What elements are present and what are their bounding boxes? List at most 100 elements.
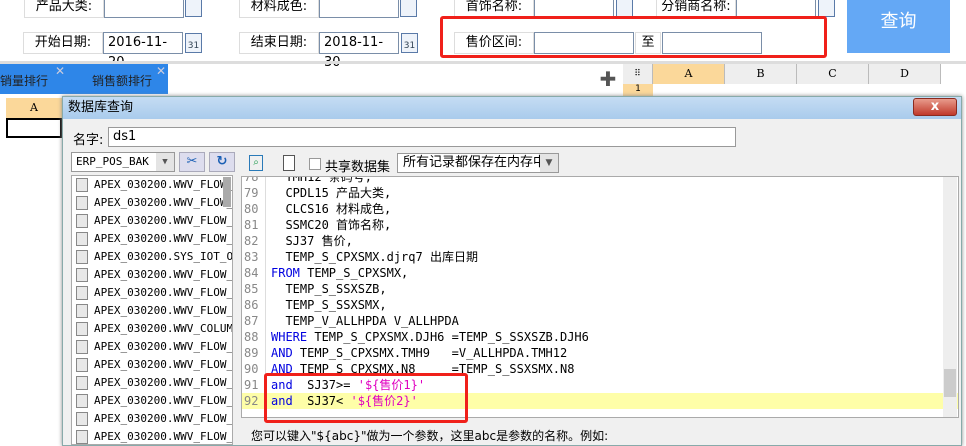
code-text: TEMP_S_CPXSMX.djrq7 出库日期 bbox=[271, 250, 478, 264]
table-icon bbox=[76, 268, 88, 282]
code-line: 78 TMH12 条码号, bbox=[242, 177, 958, 185]
table-list-item[interactable]: APEX_030200.WWV_FLOW_I bbox=[72, 356, 232, 374]
scrollbar[interactable] bbox=[223, 177, 231, 207]
picker-icon[interactable] bbox=[616, 0, 633, 17]
row-header-1[interactable]: 1 bbox=[623, 84, 653, 96]
picker-icon[interactable] bbox=[818, 0, 835, 17]
product-category-label: 产品大类: bbox=[24, 0, 104, 18]
tab-sales-volume[interactable]: 销量排行 bbox=[0, 72, 48, 89]
table-list-item[interactable]: APEX_030200.WWV_FLOW_. bbox=[72, 410, 232, 428]
editor-scrollbar[interactable] bbox=[943, 177, 957, 417]
edit-connection-icon[interactable]: ✂ bbox=[179, 152, 205, 172]
param-hint: 您可以键入"${abc}"做为一个参数，这里abc是参数的名称。例如: bbox=[251, 429, 609, 443]
select-all-corner[interactable]: ⠿ bbox=[623, 64, 653, 84]
connection-select[interactable]: ERP_POS_BAK ▼ bbox=[71, 152, 175, 172]
material-color-input[interactable] bbox=[319, 0, 399, 18]
code-text: CPDL15 产品大类, bbox=[271, 186, 392, 200]
line-number: 92 bbox=[242, 393, 266, 409]
code-line: 88 WHERE TEMP_S_CPXSMX.DJH6 =TEMP_S_SSXSZ… bbox=[242, 329, 958, 345]
table-list-item[interactable]: APEX_030200.WWV_FLOW_I bbox=[72, 230, 232, 248]
table-name: APEX_030200.SYS_IOT_O bbox=[94, 250, 233, 263]
table-list-item[interactable]: APEX_030200.WWV_FLOW_I bbox=[72, 374, 232, 392]
code-line: 79 CPDL15 产品大类, bbox=[242, 185, 958, 201]
refresh-icon[interactable]: ↻ bbox=[209, 152, 235, 172]
table-name: APEX_030200.WWV_FLOW_I bbox=[94, 232, 233, 245]
table-icon bbox=[76, 178, 88, 192]
product-category-input[interactable] bbox=[104, 0, 184, 18]
code-line: 84 FROM TEMP_S_CPXSMX, bbox=[242, 265, 958, 281]
start-date-input[interactable]: 2016-11-20 bbox=[103, 32, 183, 70]
table-name: APEX_030200.WWV_FLOW_I bbox=[94, 286, 233, 299]
code-text: TEMP_S_CPXSMX, bbox=[299, 266, 409, 280]
sql-keyword: WHERE bbox=[271, 330, 308, 344]
table-name: APEX_030200.WWV_FLOW_I bbox=[94, 430, 233, 443]
line-number: 85 bbox=[242, 281, 266, 297]
end-date-input[interactable]: 2018-11-30 bbox=[319, 32, 399, 70]
share-dataset-checkbox[interactable] bbox=[309, 158, 321, 170]
table-list-item[interactable]: APEX_030200.WWV_FLOW_I bbox=[72, 428, 233, 444]
highlight-box bbox=[264, 373, 468, 423]
table-list-item[interactable]: APEX_030200.WWV_FLOW_. bbox=[72, 194, 232, 212]
close-icon[interactable]: ✕ bbox=[156, 64, 166, 78]
table-icon bbox=[76, 322, 88, 336]
picker-icon[interactable] bbox=[400, 0, 417, 17]
column-header-c[interactable]: C bbox=[797, 64, 869, 84]
table-icon bbox=[76, 250, 88, 264]
table-list-item[interactable]: APEX_030200.WWV_FLOW_I bbox=[72, 284, 232, 302]
table-icon bbox=[76, 214, 88, 228]
tab-sales-amount[interactable]: 销售额排行 bbox=[92, 72, 152, 89]
query-button[interactable]: 查询 bbox=[847, 0, 950, 53]
dialog-title-text: 数据库查询 bbox=[68, 100, 134, 115]
line-number: 82 bbox=[242, 233, 266, 249]
line-number: 79 bbox=[242, 185, 266, 201]
table-list-item[interactable]: APEX_030200.WWV_FLOW_( bbox=[72, 176, 232, 194]
chevron-down-icon: ▼ bbox=[156, 153, 174, 171]
table-name: APEX_030200.WWV_FLOW_I bbox=[94, 376, 233, 389]
add-sheet-icon[interactable]: ✚ bbox=[598, 69, 618, 90]
picker-icon[interactable] bbox=[185, 0, 202, 17]
table-name: APEX_030200.WWV_FLOW_( bbox=[94, 268, 233, 281]
dialog-title: 数据库查询 x bbox=[63, 97, 961, 119]
table-icon bbox=[76, 358, 88, 372]
table-list-item[interactable]: APEX_030200.WWV_FLOW_. bbox=[72, 392, 232, 410]
database-query-dialog: 数据库查询 x 名字: ds1 ERP_POS_BAK ▼ ✂ ↻ APEX_03… bbox=[62, 96, 962, 446]
name-input[interactable]: ds1 bbox=[108, 127, 736, 147]
table-name: APEX_030200.WWV_FLOW_I bbox=[94, 214, 233, 227]
table-icon bbox=[76, 376, 88, 390]
table-list-item[interactable]: APEX_030200.WWV_FLOW_I bbox=[72, 212, 232, 230]
table-list-item[interactable]: APEX_030200.WWV_COLUMI bbox=[72, 320, 232, 338]
storage-mode-value: 所有记录都保存在内存中 bbox=[403, 155, 547, 170]
material-color-label: 材料成色: bbox=[239, 0, 319, 18]
sql-keyword: FROM bbox=[271, 266, 300, 280]
table-icon bbox=[76, 286, 88, 300]
calendar-icon[interactable]: 31 bbox=[401, 33, 418, 53]
selected-cell[interactable] bbox=[6, 118, 62, 138]
code-line: 89 AND TEMP_S_CPXSMX.TMH9 =V_ALLHPDA.TMH1… bbox=[242, 345, 958, 361]
sheet-col-a-left[interactable]: A bbox=[6, 98, 62, 118]
column-header-b[interactable]: B bbox=[725, 64, 797, 84]
table-list-item[interactable]: APEX_030200.WWV_FLOW_( bbox=[72, 338, 232, 356]
table-icon bbox=[76, 304, 88, 318]
table-list-item[interactable]: APEX_030200.SYS_IOT_O bbox=[72, 248, 232, 266]
close-button[interactable]: x bbox=[913, 98, 957, 116]
line-number: 81 bbox=[242, 217, 266, 233]
table-icon bbox=[76, 232, 88, 246]
table-icon bbox=[76, 394, 88, 408]
table-icon bbox=[76, 196, 88, 210]
code-line: 86 TEMP_S_SSXSMX, bbox=[242, 297, 958, 313]
sql-keyword: AND bbox=[271, 346, 293, 360]
preview-icon[interactable]: ⌕ bbox=[249, 155, 263, 171]
new-file-icon[interactable] bbox=[283, 155, 295, 171]
table-list-item[interactable]: APEX_030200.WWV_FLOW_I bbox=[72, 302, 232, 320]
highlight-box bbox=[440, 16, 827, 58]
table-list-item[interactable]: APEX_030200.WWV_FLOW_( bbox=[72, 266, 232, 284]
column-header-a[interactable]: A bbox=[653, 64, 725, 84]
end-date-label: 结束日期: bbox=[239, 32, 319, 54]
table-list[interactable]: APEX_030200.WWV_FLOW_(APEX_030200.WWV_FL… bbox=[71, 175, 233, 445]
calendar-icon[interactable]: 31 bbox=[185, 33, 202, 53]
storage-mode-select[interactable]: 所有记录都保存在内存中 ▼ bbox=[397, 153, 559, 173]
close-icon[interactable]: ✕ bbox=[55, 64, 65, 78]
line-number: 87 bbox=[242, 313, 266, 329]
code-text: CLCS16 材料成色, bbox=[271, 202, 392, 216]
column-header-d[interactable]: D bbox=[869, 64, 941, 84]
